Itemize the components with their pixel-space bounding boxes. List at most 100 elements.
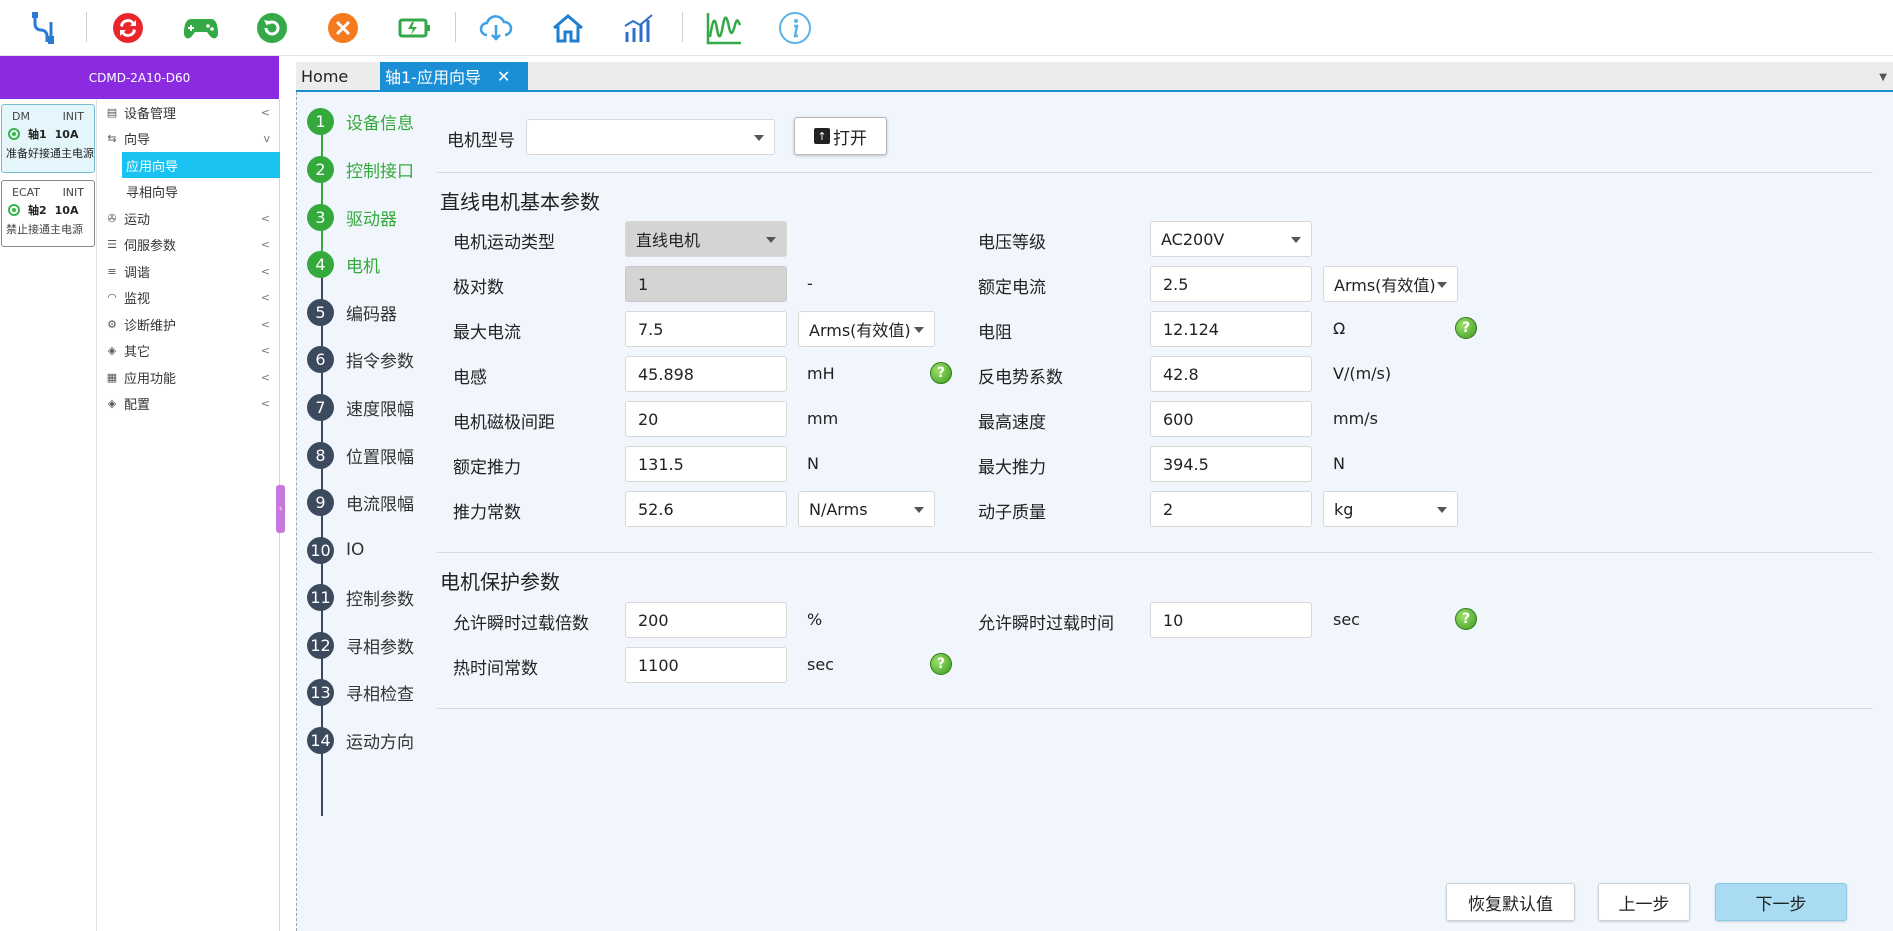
resistance-field[interactable]: 12.124 [1150, 311, 1312, 347]
step-14[interactable]: 14 运动方向 [307, 725, 414, 755]
rated-current-label: 额定电流 [978, 278, 1046, 298]
usb-connect-icon[interactable] [25, 8, 65, 48]
nav-item-motion[interactable]: ✇ 运动 < [98, 205, 280, 231]
step-6[interactable]: 6 指令参数 [307, 344, 414, 374]
step-10[interactable]: 10 IO [307, 535, 364, 565]
wizard-steps: 1 设备信息 2 控制接口 3 驱动器 4 电机 5 编码器 6 指令参数 7 速度限幅 8位… [297, 92, 427, 931]
tab-label: 轴1-应用向导 [385, 68, 481, 87]
battery-icon[interactable] [394, 8, 434, 48]
voltage-level-value: AC200V [1161, 229, 1225, 249]
overload-ratio-field[interactable]: 200 [625, 602, 787, 638]
nav-item-servo-params[interactable]: ☰ 伺服参数 < [98, 231, 280, 257]
tab-label: Home [301, 66, 349, 86]
back-emf-label: 反电势系数 [978, 368, 1063, 388]
max-current-unit-select[interactable]: Arms(有效值) [798, 311, 935, 347]
mover-mass-unit-select[interactable]: kg [1323, 491, 1458, 527]
help-icon[interactable]: ? [930, 653, 952, 675]
nav-sub-phase-finding-wizard[interactable]: 寻相向导 [122, 178, 280, 204]
next-step-button[interactable]: 下一步 [1715, 883, 1847, 921]
rated-current-unit-select[interactable]: Arms(有效值) [1323, 266, 1458, 302]
force-constant-unit-select[interactable]: N/Arms [798, 491, 935, 527]
axis-radio-icon[interactable] [8, 204, 20, 216]
nav-label: 调谐 [124, 265, 151, 281]
help-icon[interactable]: ? [1455, 317, 1477, 339]
close-tab-icon[interactable]: ✕ [497, 67, 510, 86]
step-4[interactable]: 4 电机 [307, 249, 380, 279]
force-constant-field[interactable]: 52.6 [625, 491, 787, 527]
max-current-field[interactable]: 7.5 [625, 311, 787, 347]
nav-item-tuning[interactable]: ≡ 调谐 < [98, 258, 280, 284]
max-speed-unit: mm/s [1333, 409, 1378, 428]
rated-force-field[interactable]: 131.5 [625, 446, 787, 482]
axis-status: 准备好接通主电源 [6, 147, 94, 160]
voltage-level-select[interactable]: AC200V [1150, 221, 1312, 257]
nav-item-config[interactable]: ◈ 配置 < [98, 390, 280, 416]
home-icon[interactable] [548, 8, 588, 48]
refresh-icon[interactable] [252, 8, 292, 48]
inductance-field[interactable]: 45.898 [625, 356, 787, 392]
tab-home[interactable]: Home [296, 62, 380, 90]
nav-item-device-management[interactable]: ▤ 设备管理 < [98, 99, 280, 125]
thermal-constant-field[interactable]: 1100 [625, 647, 787, 683]
nav-item-monitor[interactable]: ◠ 监视 < [98, 284, 280, 310]
config-icon: ◈ [107, 396, 117, 410]
chevron-down-icon [754, 135, 764, 141]
axis-name: 轴1 [28, 128, 47, 141]
step-2[interactable]: 2 控制接口 [307, 154, 414, 184]
reset-icon[interactable] [108, 8, 148, 48]
mover-mass-field[interactable]: 2 [1150, 491, 1312, 527]
collapse-sidebar-handle[interactable]: ‹ [276, 485, 285, 533]
gamepad-icon[interactable] [181, 8, 221, 48]
info-icon[interactable] [775, 8, 815, 48]
wizard-icon: ⇆ [107, 131, 117, 145]
motion-type-select[interactable]: 直线电机 [625, 221, 787, 257]
back-emf-field[interactable]: 42.8 [1150, 356, 1312, 392]
nav-item-diagnosis[interactable]: ⚙ 诊断维护 < [98, 311, 280, 337]
nav-sub-application-wizard[interactable]: 应用向导 [122, 152, 280, 178]
tab-axis1-app-wizard[interactable]: 轴1-应用向导 ✕ [380, 62, 528, 90]
overload-time-field[interactable]: 10 [1150, 602, 1312, 638]
previous-step-button[interactable]: 上一步 [1598, 883, 1690, 921]
axis-card-2[interactable]: ECAT INIT 轴2 10A 禁止接通主电源 [1, 180, 95, 247]
step-label: 寻相参数 [346, 637, 414, 658]
rated-force-label: 额定推力 [453, 458, 521, 478]
open-file-button[interactable]: ↑ 打开 [794, 117, 887, 155]
rated-current-field[interactable]: 2.5 [1150, 266, 1312, 302]
step-1[interactable]: 1 设备信息 [307, 106, 414, 136]
help-icon[interactable]: ? [930, 362, 952, 384]
divider [437, 172, 1873, 173]
step-9[interactable]: 9 电流限幅 [307, 487, 414, 517]
rated-force-unit: N [807, 454, 819, 473]
bar-chart-icon[interactable] [619, 8, 659, 48]
axis-protocol: DM [12, 109, 30, 123]
chevron-left-icon: < [260, 211, 270, 225]
axis-card-1[interactable]: DM INIT 轴1 10A 准备好接通主电源 [1, 104, 95, 173]
main-toolbar [0, 0, 1893, 56]
nav-item-app-functions[interactable]: ▦ 应用功能 < [98, 364, 280, 390]
oscilloscope-icon[interactable] [704, 8, 744, 48]
step-5[interactable]: 5 编码器 [307, 297, 397, 327]
pole-pitch-field[interactable]: 20 [625, 401, 787, 437]
nav-label: 应用功能 [124, 371, 177, 387]
step-11[interactable]: 11 控制参数 [307, 582, 414, 612]
step-7[interactable]: 7 速度限幅 [307, 392, 414, 422]
tab-dropdown-icon[interactable]: ▼ [1879, 72, 1887, 83]
motor-model-select[interactable] [526, 119, 775, 155]
help-icon[interactable]: ? [1455, 608, 1477, 630]
max-force-field[interactable]: 394.5 [1150, 446, 1312, 482]
step-13[interactable]: 13 寻相检查 [307, 677, 414, 707]
step-3[interactable]: 3 驱动器 [307, 202, 397, 232]
max-speed-field[interactable]: 600 [1150, 401, 1312, 437]
step-label: 寻相检查 [346, 684, 414, 705]
close-icon[interactable] [323, 8, 363, 48]
nav-item-wizard[interactable]: ⇆ 向导 v [98, 125, 280, 151]
cloud-download-icon[interactable] [476, 8, 516, 48]
nav-menu: ▤ 设备管理 < ⇆ 向导 v 应用向导 寻相向导 ✇ 运动 < ☰ 伺服参数 < ≡ 调谐 < ◠… [98, 99, 280, 931]
step-12[interactable]: 12 寻相参数 [307, 630, 414, 660]
step-8[interactable]: 8 位置限幅 [307, 440, 414, 470]
nav-item-other[interactable]: ◈ 其它 < [98, 337, 280, 363]
chevron-down-icon [914, 507, 924, 513]
axis-radio-icon[interactable] [8, 128, 20, 140]
pole-pairs-field: 1 [625, 266, 787, 302]
restore-defaults-button[interactable]: 恢复默认值 [1446, 883, 1575, 921]
